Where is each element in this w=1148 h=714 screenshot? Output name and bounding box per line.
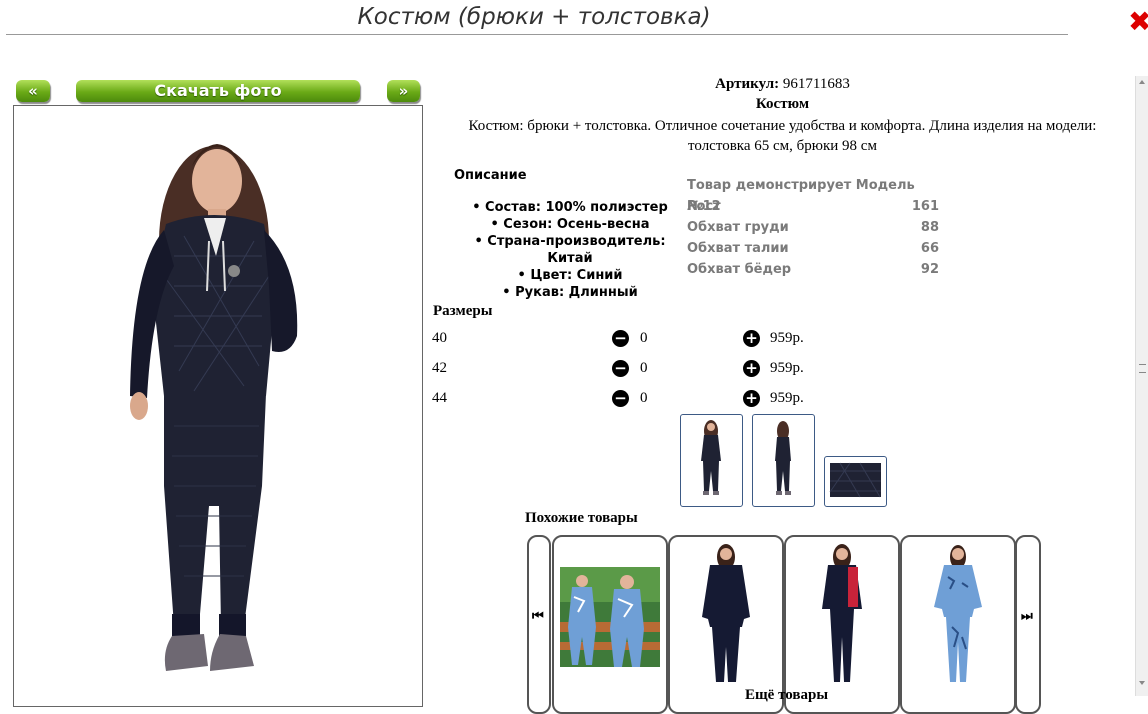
prev-photo-button[interactable]: «: [16, 80, 50, 102]
plus-icon[interactable]: +: [743, 360, 760, 377]
measurement-label: Обхват бёдер: [687, 262, 792, 277]
attribute-item: Состав: 100% полиэстер: [452, 199, 688, 216]
attribute-item: Сезон: Осень-весна: [452, 216, 688, 233]
measurement-value: 161: [911, 199, 939, 214]
size-row: 42 − 0 + 959р.: [432, 360, 832, 382]
similar-product-image: [560, 567, 660, 667]
product-description: Костюм: брюки + толстовка. Отличное соче…: [468, 118, 1097, 154]
page-scrollbar[interactable]: [1135, 76, 1148, 696]
similar-product-image: [822, 544, 862, 682]
size-label: 42: [432, 360, 447, 376]
plus-icon[interactable]: +: [743, 390, 760, 407]
attribute-item: Рукав: Длинный: [452, 284, 688, 301]
measurement-value: 66: [920, 241, 939, 256]
sizes-heading: Размеры: [433, 303, 493, 319]
plus-icon[interactable]: +: [743, 330, 760, 347]
download-photo-button[interactable]: Скачать фото: [76, 80, 360, 102]
similar-next-button[interactable]: ⏭: [1015, 535, 1041, 714]
scroll-up-icon[interactable]: [1139, 80, 1145, 84]
model-photo: [130, 144, 298, 671]
scroll-down-icon[interactable]: [1139, 681, 1145, 685]
measurement-row: Рост 161: [687, 196, 939, 217]
model-measurements: Товар демонстрирует Модель №12 Рост 161 …: [687, 175, 939, 280]
measurement-row: Обхват талии 66: [687, 238, 939, 259]
similar-product-image: [934, 545, 982, 682]
article-label: Артикул:: [715, 76, 780, 92]
minus-icon[interactable]: −: [612, 330, 629, 347]
quantity-value: 0: [640, 360, 648, 376]
photo-thumbnail[interactable]: [824, 456, 887, 507]
skip-back-icon: ⏮: [532, 609, 544, 624]
measurement-value: 92: [920, 262, 939, 277]
main-product-photo[interactable]: [13, 105, 423, 707]
similar-prev-button[interactable]: ⏮: [527, 535, 551, 714]
attribute-list: Состав: 100% полиэстер Сезон: Осень-весн…: [452, 199, 688, 301]
price-value: 959р.: [770, 360, 804, 376]
quantity-value: 0: [640, 390, 648, 406]
scroll-grip-icon[interactable]: [1139, 364, 1146, 373]
attribute-item: Страна-производитель: Китай: [452, 233, 688, 267]
next-photo-button[interactable]: »: [387, 80, 420, 102]
price-value: 959р.: [770, 330, 804, 346]
measurement-label: Обхват талии: [687, 241, 789, 256]
skip-forward-icon: ⏭: [1021, 609, 1033, 624]
size-row: 40 − 0 + 959р.: [432, 330, 832, 352]
model-heading: Товар демонстрирует Модель №12: [687, 178, 915, 214]
measurement-value: 88: [920, 220, 939, 235]
quantity-value: 0: [640, 330, 648, 346]
size-label: 44: [432, 390, 447, 406]
similar-product-card[interactable]: [900, 535, 1016, 714]
thumbnail-image: [701, 420, 721, 495]
measurement-label: Обхват груди: [687, 220, 789, 235]
close-icon[interactable]: ✖: [1128, 6, 1148, 38]
similar-heading: Похожие товары: [525, 510, 638, 526]
similar-product-image: [702, 544, 750, 682]
page-title: Костюм (брюки + толстовка): [357, 4, 711, 30]
title-divider: [6, 34, 1068, 35]
size-row: 44 − 0 + 959р.: [432, 390, 832, 412]
attribute-item: Цвет: Синий: [452, 267, 688, 284]
minus-icon[interactable]: −: [612, 390, 629, 407]
minus-icon[interactable]: −: [612, 360, 629, 377]
description-heading: Описание: [454, 168, 527, 183]
measurement-row: Обхват груди 88: [687, 217, 939, 238]
article-line: Артикул: 961711683: [440, 76, 1125, 93]
size-label: 40: [432, 330, 447, 346]
photo-thumbnail[interactable]: [752, 414, 815, 507]
photo-thumbnail[interactable]: [680, 414, 743, 507]
thumbnail-image: [829, 462, 881, 498]
article-value: 961711683: [782, 76, 850, 92]
measurement-label: Рост: [687, 199, 721, 214]
product-type: Костюм: [755, 96, 810, 112]
similar-product-card[interactable]: [552, 535, 668, 714]
measurement-row: Обхват бёдер 92: [687, 259, 939, 280]
thumbnail-image: [775, 421, 791, 495]
price-value: 959р.: [770, 390, 804, 406]
